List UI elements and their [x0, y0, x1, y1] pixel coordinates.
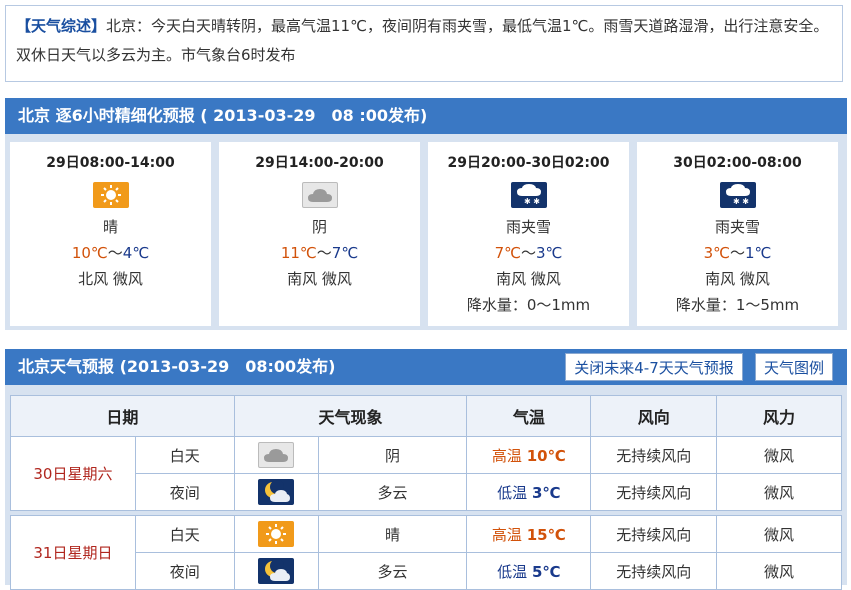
- temp-label: 高温: [491, 446, 522, 465]
- temp-value: 10℃: [526, 446, 566, 465]
- table-header-row: 日期 天气现象 气温 风向 风力: [10, 395, 842, 437]
- forecast-card: 29日20:00-30日02:00 ✱ ✱ 雨夹雪 7℃～3℃ 南风 微风 降水…: [428, 142, 629, 326]
- temp-label: 低温: [497, 483, 528, 502]
- temp-cell: 低温 5℃: [466, 552, 592, 590]
- table-row: 夜间 多云 低温 5℃ 无持续风向 微风: [11, 552, 842, 590]
- close-4-7-day-button[interactable]: 关闭未来4-7天天气预报: [565, 353, 743, 381]
- card-temp-sep: ～: [520, 244, 536, 262]
- card-precip: [219, 292, 420, 318]
- header-temp: 气温: [466, 395, 592, 437]
- weather-icon-cell: [233, 515, 319, 553]
- period: 夜间: [134, 473, 235, 511]
- temp-value: 3℃: [531, 483, 561, 502]
- moon-cloud-icon: [258, 479, 295, 505]
- card-time: 29日08:00-14:00: [46, 155, 175, 171]
- card-high-temp: 3℃: [703, 244, 730, 262]
- header-wind-force: 风力: [716, 395, 842, 437]
- svg-text:✱ ✱: ✱ ✱: [733, 197, 749, 206]
- weather-text: 多云: [317, 552, 468, 590]
- card-time: 29日14:00-20:00: [255, 155, 384, 171]
- header-wind-dir: 风向: [590, 395, 718, 437]
- sun-icon: [258, 521, 295, 547]
- card-low-temp: 3℃: [536, 244, 563, 262]
- card-precip: 降水量：1～5mm: [675, 296, 800, 314]
- temp-cell: 高温 10℃: [466, 436, 592, 474]
- card-weather: 雨夹雪: [505, 218, 551, 236]
- card-time: 30日02:00-08:00: [673, 155, 802, 171]
- weather-summary: 【天气综述】北京：今天白天晴转阴，最高气温11℃，夜间阴有雨夹雪，最低气温1℃。…: [5, 5, 843, 82]
- card-high-temp: 11℃: [280, 244, 317, 262]
- forecast-card: 30日02:00-08:00 ✱ ✱ 雨夹雪 3℃～1℃ 南风 微风 降水量：1…: [637, 142, 838, 326]
- wind-force: 微风: [716, 552, 842, 590]
- forecast-table-panel: 日期 天气现象 气温 风向 风力 30日星期六 白天 阴 高温 10℃ 无持续风…: [5, 385, 847, 590]
- card-weather: 阴: [311, 218, 327, 236]
- day-date: 30日星期六: [10, 436, 136, 511]
- card-wind: 南风 微风: [496, 270, 561, 288]
- card-wind: 北风 微风: [78, 270, 143, 288]
- temp-label: 低温: [497, 562, 528, 581]
- sleet-icon: ✱ ✱: [510, 182, 547, 208]
- card-weather: 晴: [102, 218, 118, 236]
- table-row: 30日星期六 白天 阴 高温 10℃ 无持续风向 微风: [10, 436, 842, 511]
- card-wind: 南风 微风: [287, 270, 352, 288]
- cloud-icon: [258, 442, 295, 468]
- forecast-card: 29日14:00-20:00 阴 11℃～7℃ 南风 微风: [219, 142, 420, 326]
- six-hour-panel: 29日08:00-14:00 晴 10℃～4℃ 北风 微风 29日14:00-2…: [5, 134, 847, 330]
- card-low-temp: 7℃: [331, 244, 359, 262]
- weather-text: 阴: [317, 436, 468, 474]
- header-weather: 天气现象: [233, 395, 468, 437]
- card-temp: 10℃～4℃: [10, 240, 211, 266]
- weather-icon-cell: [233, 552, 319, 590]
- sun-icon: [92, 182, 129, 208]
- card-precip: 降水量：0～1mm: [466, 296, 591, 314]
- cloud-icon: [301, 182, 338, 208]
- temp-value: 5℃: [531, 562, 561, 581]
- card-temp-sep: ～: [107, 244, 123, 262]
- card-wind: 南风 微风: [705, 270, 770, 288]
- weather-text: 多云: [317, 473, 468, 511]
- period: 白天: [134, 436, 235, 474]
- header-date: 日期: [10, 395, 235, 437]
- temp-cell: 高温 15℃: [466, 515, 592, 553]
- card-precip: [10, 292, 211, 318]
- wind-force: 微风: [716, 436, 842, 474]
- weather-legend-button[interactable]: 天气图例: [755, 353, 833, 381]
- card-time: 29日20:00-30日02:00: [447, 155, 610, 171]
- wind-dir: 无持续风向: [590, 436, 718, 474]
- sleet-icon: ✱ ✱: [719, 182, 756, 208]
- temp-label: 高温: [491, 525, 522, 544]
- card-high-temp: 7℃: [494, 244, 521, 262]
- period: 夜间: [134, 552, 235, 590]
- summary-tag: 【天气综述】: [16, 17, 107, 35]
- temp-value: 15℃: [526, 525, 566, 544]
- weather-icon-cell: [233, 473, 319, 511]
- card-temp: 11℃～7℃: [219, 240, 420, 266]
- card-temp: 7℃～3℃: [428, 240, 629, 266]
- period: 白天: [134, 515, 235, 553]
- wind-force: 微风: [716, 473, 842, 511]
- wind-dir: 无持续风向: [590, 473, 718, 511]
- card-temp-sep: ～: [316, 244, 332, 262]
- card-weather: 雨夹雪: [714, 218, 760, 236]
- weather-text: 晴: [317, 515, 468, 553]
- card-temp: 3℃～1℃: [637, 240, 838, 266]
- card-temp-sep: ～: [729, 244, 745, 262]
- wind-dir: 无持续风向: [590, 515, 718, 553]
- moon-cloud-icon: [258, 558, 295, 584]
- day-date: 31日星期日: [10, 515, 136, 590]
- forecast-table: 日期 天气现象 气温 风向 风力 30日星期六 白天 阴 高温 10℃ 无持续风…: [10, 395, 842, 590]
- weather-icon-cell: [233, 436, 319, 474]
- wind-force: 微风: [716, 515, 842, 553]
- card-low-temp: 1℃: [745, 244, 772, 262]
- temp-cell: 低温 3℃: [466, 473, 592, 511]
- card-low-temp: 4℃: [122, 244, 150, 262]
- wind-dir: 无持续风向: [590, 552, 718, 590]
- card-high-temp: 10℃: [71, 244, 108, 262]
- svg-text:✱ ✱: ✱ ✱: [524, 197, 540, 206]
- six-hour-header: 北京 逐6小时精细化预报 ( 2013-03-29 08 :00发布): [5, 98, 847, 134]
- table-row: 夜间 多云 低温 3℃ 无持续风向 微风: [11, 473, 842, 511]
- summary-text: 北京：今天白天晴转阴，最高气温11℃，夜间阴有雨夹雪，最低气温1℃。雨雪天道路湿…: [16, 17, 829, 64]
- forecast-card: 29日08:00-14:00 晴 10℃～4℃ 北风 微风: [10, 142, 211, 326]
- table-row: 31日星期日 白天 晴 高温 15℃ 无持续风向 微风: [10, 515, 842, 590]
